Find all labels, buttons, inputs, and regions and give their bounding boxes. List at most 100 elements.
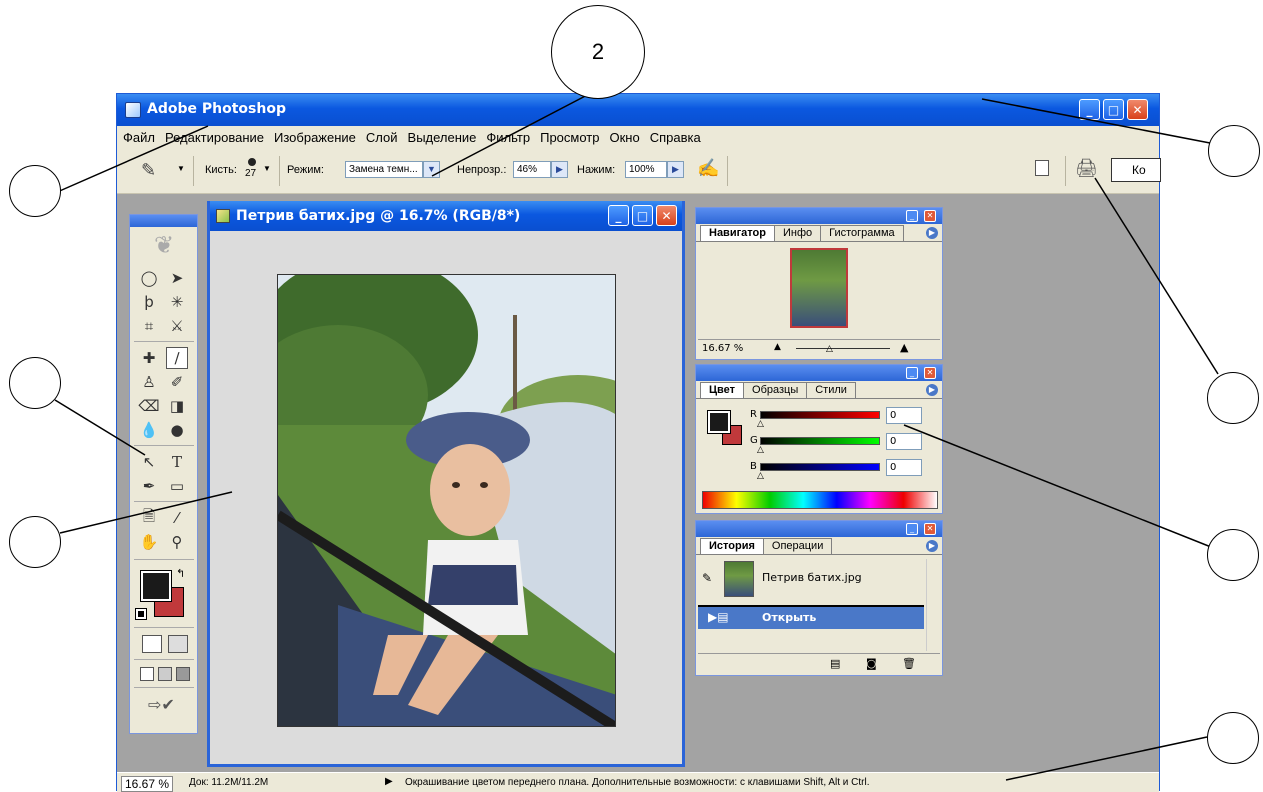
crop-tool-icon[interactable]: ⌗ — [138, 315, 160, 337]
swap-colors-icon[interactable]: ↰ — [176, 567, 185, 580]
foreground-color-swatch[interactable] — [140, 570, 172, 602]
new-snapshot-icon[interactable]: ◙ — [866, 657, 877, 670]
document-titlebar[interactable]: Петрив батих.jpg @ 16.7% (RGB/8*) _ □ ✕ — [210, 201, 682, 231]
tab-color[interactable]: Цвет — [700, 382, 745, 398]
preset-dropdown-arrow[interactable]: ▼ — [177, 164, 185, 173]
r-slider-handle[interactable]: △ — [757, 419, 764, 429]
maximize-button[interactable]: □ — [1103, 99, 1124, 120]
history-brush-source-icon[interactable]: ✎ — [702, 571, 712, 585]
new-document-from-state-icon[interactable]: ▤ — [830, 657, 840, 670]
type-tool-icon[interactable]: T — [166, 451, 188, 473]
menu-filter[interactable]: Фильтр — [486, 130, 530, 145]
color-spectrum-ramp[interactable] — [702, 491, 938, 509]
history-snapshot-row[interactable]: ✎ Петрив батих.jpg — [698, 559, 924, 601]
navigator-panel-header[interactable]: _ ✕ — [696, 208, 942, 224]
doc-close-button[interactable]: ✕ — [656, 205, 677, 226]
color-minimize-button[interactable]: _ — [906, 367, 918, 379]
airbrush-icon[interactable]: ✍ — [697, 158, 719, 179]
brush-tool-icon[interactable]: ∕ — [166, 347, 188, 369]
history-brush-tool-icon[interactable]: ✐ — [166, 371, 188, 393]
pen-tool-icon[interactable]: ✒ — [138, 475, 160, 497]
menu-view[interactable]: Просмотр — [540, 130, 599, 145]
hand-tool-icon[interactable]: ✋ — [138, 531, 160, 553]
history-menu-icon[interactable]: ▶ — [926, 540, 938, 552]
screen-mode-full-menu-icon[interactable] — [158, 667, 172, 681]
tab-navigator[interactable]: Навигатор — [700, 225, 775, 241]
tab-histogram[interactable]: Гистограмма — [820, 225, 904, 241]
status-zoom[interactable]: 16.67 % — [121, 776, 174, 792]
color-close-button[interactable]: ✕ — [924, 367, 936, 379]
color-panel-header[interactable]: _ ✕ — [696, 365, 942, 381]
document-photo[interactable] — [277, 274, 616, 727]
notes-tool-icon[interactable]: 🗎 — [138, 507, 160, 529]
palette-well[interactable]: Ко — [1111, 158, 1161, 182]
zoom-slider-handle[interactable]: △ — [826, 344, 833, 354]
marquee-tool-icon[interactable]: ◯ — [138, 267, 160, 289]
zoom-in-icon[interactable]: ▲ — [900, 341, 908, 354]
dodge-tool-icon[interactable]: ● — [166, 419, 188, 441]
mode-dropdown-button[interactable]: ▼ — [423, 161, 440, 178]
r-slider[interactable] — [760, 411, 880, 419]
opacity-field[interactable]: 46% — [513, 161, 551, 178]
history-minimize-button[interactable]: _ — [906, 523, 918, 535]
navigator-minimize-button[interactable]: _ — [906, 210, 918, 222]
healing-brush-tool-icon[interactable]: ✚ — [138, 347, 160, 369]
flow-slider-button[interactable]: ▶ — [667, 161, 684, 178]
gradient-tool-icon[interactable]: ◨ — [166, 395, 188, 417]
tab-info[interactable]: Инфо — [773, 225, 822, 241]
screen-mode-standard-icon[interactable] — [140, 667, 154, 681]
b-slider[interactable] — [760, 463, 880, 471]
zoom-out-icon[interactable]: ▲ — [774, 342, 781, 352]
g-slider[interactable] — [760, 437, 880, 445]
color-fg-swatch[interactable] — [707, 410, 731, 434]
feather-logo-icon[interactable]: ❦ — [144, 231, 184, 261]
menu-file[interactable]: Файл — [123, 130, 155, 145]
menu-window[interactable]: Окно — [609, 130, 639, 145]
default-colors-icon[interactable] — [135, 608, 147, 620]
eyedropper-tool-icon[interactable]: ⁄ — [166, 507, 188, 529]
tab-actions[interactable]: Операции — [762, 538, 833, 554]
navigator-menu-icon[interactable]: ▶ — [926, 227, 938, 239]
toolbox-header[interactable] — [130, 215, 197, 227]
lasso-tool-icon[interactable]: ϸ — [138, 291, 160, 313]
history-step-row[interactable]: ▶▤ Открыть — [698, 605, 924, 629]
tool-presets-icon[interactable] — [1035, 160, 1049, 176]
quickmask-mode-icon[interactable] — [168, 635, 188, 653]
menu-select[interactable]: Выделение — [408, 130, 477, 145]
zoom-slider[interactable] — [796, 348, 890, 349]
menu-edit[interactable]: Редактирование — [165, 130, 264, 145]
tab-swatches[interactable]: Образцы — [743, 382, 808, 398]
tab-styles[interactable]: Стили — [806, 382, 856, 398]
menu-image[interactable]: Изображение — [274, 130, 356, 145]
menu-help[interactable]: Справка — [650, 130, 701, 145]
history-close-button[interactable]: ✕ — [924, 523, 936, 535]
clone-stamp-tool-icon[interactable]: ♙ — [138, 371, 160, 393]
magic-wand-tool-icon[interactable]: ✳ — [166, 291, 188, 313]
tab-history[interactable]: История — [700, 538, 764, 554]
menu-layer[interactable]: Слой — [366, 130, 398, 145]
mode-select[interactable]: Замена темн... — [345, 161, 423, 178]
minimize-button[interactable]: _ — [1079, 99, 1100, 120]
flow-field[interactable]: 100% — [625, 161, 667, 178]
g-field[interactable]: 0 — [886, 433, 922, 450]
opacity-slider-button[interactable]: ▶ — [551, 161, 568, 178]
brush-preview-icon[interactable] — [248, 158, 256, 166]
r-field[interactable]: 0 — [886, 407, 922, 424]
app-titlebar[interactable]: Adobe Photoshop _ □ ✕ — [117, 94, 1159, 126]
history-panel-header[interactable]: _ ✕ — [696, 521, 942, 537]
navigator-thumbnail[interactable] — [790, 248, 848, 328]
color-menu-icon[interactable]: ▶ — [926, 384, 938, 396]
delete-state-icon[interactable]: 🗑 — [902, 657, 916, 670]
standard-mode-icon[interactable] — [142, 635, 162, 653]
eraser-tool-icon[interactable]: ⌫ — [138, 395, 160, 417]
status-menu-arrow-icon[interactable]: ▶ — [385, 776, 393, 787]
b-field[interactable]: 0 — [886, 459, 922, 476]
file-browser-icon[interactable]: 🖨 — [1075, 158, 1098, 179]
b-slider-handle[interactable]: △ — [757, 471, 764, 481]
history-scrollbar[interactable] — [926, 559, 940, 651]
blur-tool-icon[interactable]: 💧 — [138, 419, 160, 441]
navigator-close-button[interactable]: ✕ — [924, 210, 936, 222]
path-selection-tool-icon[interactable]: ↖ — [138, 451, 160, 473]
brush-tool-preset-icon[interactable]: ✎ — [141, 160, 156, 181]
shape-tool-icon[interactable]: ▭ — [166, 475, 188, 497]
